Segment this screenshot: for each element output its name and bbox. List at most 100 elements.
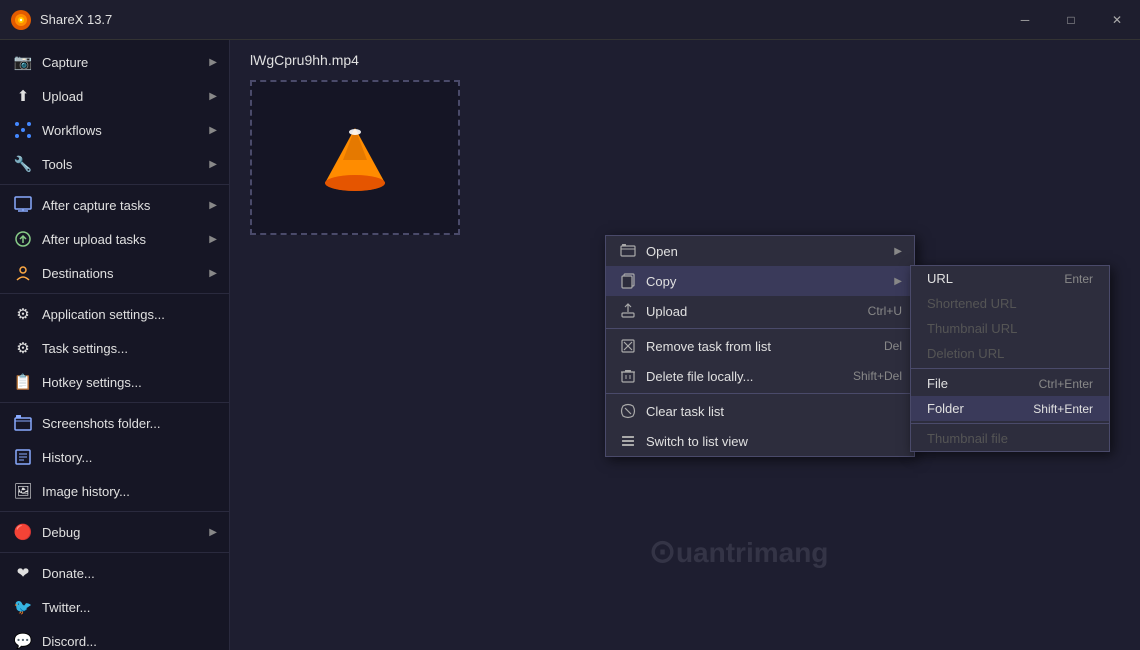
discord-icon: 💬 (12, 630, 34, 650)
open-arrow: ▶ (894, 246, 902, 257)
debug-icon: 🔴 (12, 521, 34, 543)
after-upload-arrow: ▶ (209, 234, 217, 245)
task-settings-icon: ⚙ (12, 337, 34, 359)
copy-thumbnail-file-label: Thumbnail file (927, 431, 1093, 446)
screenshots-icon (12, 412, 34, 434)
sidebar-item-upload[interactable]: ⬆ Upload ▶ (0, 79, 229, 113)
open-icon (618, 241, 638, 261)
ctx-divider-1 (606, 328, 914, 329)
copy-url[interactable]: URL Enter (911, 266, 1109, 291)
remove-task-icon (618, 336, 638, 356)
sidebar-item-debug[interactable]: 🔴 Debug ▶ (0, 515, 229, 549)
capture-arrow: ▶ (209, 57, 217, 68)
copy-url-label: URL (927, 271, 1064, 286)
watermark-symbol: ⊙ (649, 533, 676, 569)
copy-folder-shortcut: Shift+Enter (1033, 402, 1093, 416)
app-settings-icon: ⚙ (12, 303, 34, 325)
history-icon (12, 446, 34, 468)
upload-icon: ⬆ (12, 85, 34, 107)
sidebar-item-after-capture[interactable]: After capture tasks ▶ (0, 188, 229, 222)
copy-shortened-url: Shortened URL (911, 291, 1109, 316)
ctx-switch-view-label: Switch to list view (646, 434, 902, 449)
ctx-open[interactable]: Open ▶ (606, 236, 914, 266)
close-button[interactable]: ✕ (1094, 0, 1140, 40)
maximize-button[interactable]: □ (1048, 0, 1094, 40)
sidebar-label-after-upload: After upload tasks (42, 232, 209, 247)
ctx-remove-shortcut: Del (884, 339, 902, 353)
sidebar-label-discord: Discord... (42, 634, 217, 649)
copy-file[interactable]: File Ctrl+Enter (911, 371, 1109, 396)
divider-5 (0, 552, 229, 553)
ctx-clear-task-label: Clear task list (646, 404, 902, 419)
copy-deletion-url: Deletion URL (911, 341, 1109, 366)
copy-thumbnail-url-label: Thumbnail URL (927, 321, 1093, 336)
window-controls: ─ □ ✕ (1002, 0, 1140, 40)
delete-file-icon (618, 366, 638, 386)
divider-1 (0, 184, 229, 185)
ctx-upload[interactable]: Upload Ctrl+U (606, 296, 914, 326)
copy-url-shortcut: Enter (1064, 272, 1093, 286)
sidebar-label-tools: Tools (42, 157, 209, 172)
copy-thumbnail-file: Thumbnail file (911, 426, 1109, 451)
copy-file-shortcut: Ctrl+Enter (1039, 377, 1093, 391)
submenu-divider-2 (911, 423, 1109, 424)
sidebar-label-screenshots: Screenshots folder... (42, 416, 217, 431)
divider-3 (0, 402, 229, 403)
sidebar-label-debug: Debug (42, 525, 209, 540)
sidebar-item-capture[interactable]: 📷 Capture ▶ (0, 45, 229, 79)
sidebar-label-app-settings: Application settings... (42, 307, 217, 322)
destinations-icon (12, 262, 34, 284)
sidebar-item-workflows[interactable]: Workflows ▶ (0, 113, 229, 147)
tools-arrow: ▶ (209, 159, 217, 170)
sidebar-label-donate: Donate... (42, 566, 217, 581)
sidebar-item-discord[interactable]: 💬 Discord... (0, 624, 229, 650)
ctx-open-label: Open (646, 244, 889, 259)
upload-arrow: ▶ (209, 91, 217, 102)
divider-2 (0, 293, 229, 294)
sidebar-label-destinations: Destinations (42, 266, 209, 281)
sidebar: 📷 Capture ▶ ⬆ Upload ▶ Workflows ▶ (0, 40, 230, 650)
copy-folder-label: Folder (927, 401, 1033, 416)
sidebar-item-twitter[interactable]: 🐦 Twitter... (0, 590, 229, 624)
sidebar-item-after-upload[interactable]: After upload tasks ▶ (0, 222, 229, 256)
ctx-copy[interactable]: Copy ▶ (606, 266, 914, 296)
app-title: ShareX 13.7 (40, 12, 112, 27)
titlebar: ShareX 13.7 ─ □ ✕ (0, 0, 1140, 40)
sidebar-label-twitter: Twitter... (42, 600, 217, 615)
ctx-delete-file[interactable]: Delete file locally... Shift+Del (606, 361, 914, 391)
content-area: lWgCpru9hh.mp4 ⊙uantrimang (230, 40, 1140, 650)
minimize-button[interactable]: ─ (1002, 0, 1048, 40)
divider-4 (0, 511, 229, 512)
sidebar-item-tools[interactable]: 🔧 Tools ▶ (0, 147, 229, 181)
after-capture-arrow: ▶ (209, 200, 217, 211)
watermark: ⊙uantrimang (649, 532, 828, 570)
sidebar-item-image-history[interactable]: 🖼 Image history... (0, 474, 229, 508)
copy-deletion-url-label: Deletion URL (927, 346, 1093, 361)
sidebar-label-capture: Capture (42, 55, 209, 70)
sidebar-item-screenshots[interactable]: Screenshots folder... (0, 406, 229, 440)
ctx-upload-shortcut: Ctrl+U (868, 304, 902, 318)
sidebar-item-task-settings[interactable]: ⚙ Task settings... (0, 331, 229, 365)
hotkey-settings-icon: 📋 (12, 371, 34, 393)
sidebar-label-task-settings: Task settings... (42, 341, 217, 356)
ctx-divider-2 (606, 393, 914, 394)
ctx-delete-shortcut: Shift+Del (853, 369, 902, 383)
sidebar-label-after-capture: After capture tasks (42, 198, 209, 213)
switch-view-icon (618, 431, 638, 451)
sidebar-item-history[interactable]: History... (0, 440, 229, 474)
sidebar-label-upload: Upload (42, 89, 209, 104)
ctx-clear-task[interactable]: Clear task list (606, 396, 914, 426)
sidebar-item-hotkey-settings[interactable]: 📋 Hotkey settings... (0, 365, 229, 399)
sidebar-label-image-history: Image history... (42, 484, 217, 499)
copy-arrow: ▶ (894, 276, 902, 287)
copy-folder[interactable]: Folder Shift+Enter (911, 396, 1109, 421)
sidebar-item-destinations[interactable]: Destinations ▶ (0, 256, 229, 290)
ctx-remove-task-label: Remove task from list (646, 339, 864, 354)
twitter-icon: 🐦 (12, 596, 34, 618)
sidebar-item-app-settings[interactable]: ⚙ Application settings... (0, 297, 229, 331)
ctx-switch-view[interactable]: Switch to list view (606, 426, 914, 456)
sidebar-label-workflows: Workflows (42, 123, 209, 138)
ctx-copy-label: Copy (646, 274, 889, 289)
ctx-remove-task[interactable]: Remove task from list Del (606, 331, 914, 361)
sidebar-item-donate[interactable]: ❤ Donate... (0, 556, 229, 590)
